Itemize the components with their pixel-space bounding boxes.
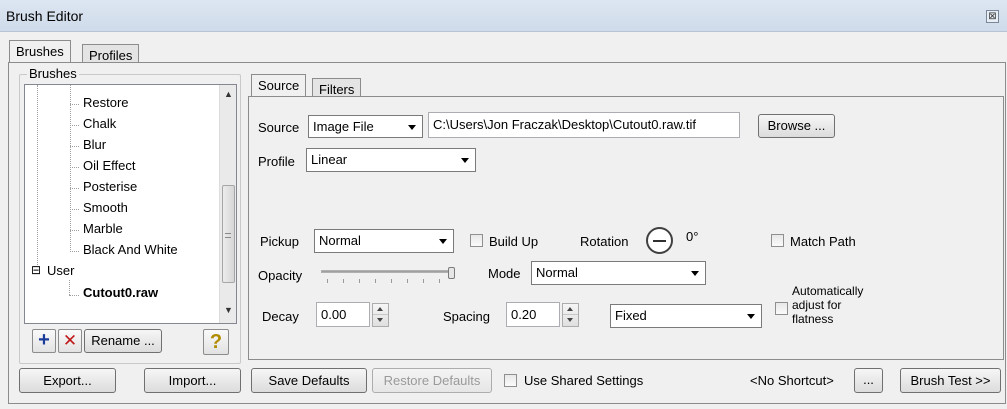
collapse-icon[interactable]: ⊟ bbox=[31, 263, 41, 277]
decay-input[interactable]: 0.00 bbox=[316, 302, 370, 327]
use-shared-label: Use Shared Settings bbox=[524, 373, 644, 388]
delete-icon: ✕ bbox=[62, 331, 78, 350]
title-bar: Brush Editor ⊠ bbox=[0, 0, 1007, 32]
spacing-spinner[interactable] bbox=[562, 303, 579, 327]
mode-label: Mode bbox=[488, 266, 521, 281]
plus-icon: + bbox=[38, 329, 50, 351]
tree-item-oil-effect[interactable]: Oil Effect bbox=[83, 158, 136, 173]
auto-adjust-label-line1: Automatically bbox=[792, 284, 864, 298]
buildup-checkbox[interactable] bbox=[470, 234, 483, 247]
spacing-label: Spacing bbox=[443, 309, 490, 324]
pickup-label: Pickup bbox=[260, 234, 300, 249]
rotation-needle bbox=[653, 240, 666, 242]
matchpath-checkbox[interactable] bbox=[771, 234, 784, 247]
tab-brushes[interactable]: Brushes bbox=[9, 40, 71, 62]
brush-test-button[interactable]: Brush Test >> bbox=[900, 368, 1001, 393]
pickup-select[interactable]: Normal bbox=[314, 229, 454, 253]
rotation-label: Rotation bbox=[580, 234, 629, 249]
window-title: Brush Editor bbox=[6, 8, 84, 24]
tab-source[interactable]: Source bbox=[251, 74, 307, 96]
scroll-down-icon[interactable]: ▼ bbox=[220, 305, 237, 315]
tree-item-posterise[interactable]: Posterise bbox=[83, 179, 137, 194]
save-defaults-button[interactable]: Save Defaults bbox=[251, 368, 367, 393]
tree-item-restore[interactable]: Restore bbox=[83, 95, 129, 110]
source-label: Source bbox=[258, 120, 300, 135]
help-icon: ? bbox=[209, 331, 223, 353]
spacing-mode-select[interactable]: Fixed bbox=[610, 304, 762, 328]
shortcut-button[interactable]: ... bbox=[854, 368, 883, 393]
decay-up-icon[interactable] bbox=[373, 304, 388, 315]
profile-select-value: Linear bbox=[311, 152, 348, 167]
opacity-slider[interactable] bbox=[321, 267, 461, 283]
close-icon[interactable]: ⊠ bbox=[986, 10, 999, 23]
mode-select-value: Normal bbox=[536, 265, 578, 280]
tab-filters[interactable]: Filters bbox=[312, 78, 362, 98]
tree-item-cutout0[interactable]: Cutout0.raw bbox=[83, 285, 158, 300]
grip-icon bbox=[225, 233, 231, 238]
auto-adjust-label-line2: adjust for bbox=[792, 298, 842, 312]
chevron-down-icon bbox=[439, 239, 447, 244]
chevron-down-icon bbox=[747, 314, 755, 319]
tree-item-blur[interactable]: Blur bbox=[83, 137, 106, 152]
add-brush-button[interactable]: + bbox=[32, 329, 56, 353]
rename-button[interactable]: Rename ... bbox=[84, 329, 162, 353]
tree-scrollbar[interactable]: ▲ ▼ bbox=[219, 85, 236, 323]
export-button[interactable]: Export... bbox=[19, 368, 116, 393]
brushes-group-label: Brushes bbox=[27, 66, 79, 81]
chevron-down-icon bbox=[408, 124, 416, 130]
shortcut-label: <No Shortcut> bbox=[750, 373, 834, 388]
source-select[interactable]: Image File bbox=[308, 115, 423, 138]
opacity-label: Opacity bbox=[258, 268, 303, 283]
tree-item-smooth[interactable]: Smooth bbox=[83, 200, 128, 215]
auto-adjust-label-line3: flatness bbox=[792, 312, 834, 326]
tree-item-chalk[interactable]: Chalk bbox=[83, 116, 116, 131]
profile-label: Profile bbox=[258, 154, 295, 169]
import-button[interactable]: Import... bbox=[144, 368, 241, 393]
browse-button[interactable]: Browse ... bbox=[758, 114, 835, 138]
buildup-label: Build Up bbox=[489, 234, 539, 249]
decay-spinner[interactable] bbox=[372, 303, 389, 327]
delete-brush-button[interactable]: ✕ bbox=[58, 329, 82, 353]
spacing-mode-value: Fixed bbox=[615, 308, 647, 323]
use-shared-checkbox[interactable] bbox=[504, 374, 517, 387]
decay-label: Decay bbox=[262, 309, 299, 324]
restore-defaults-button[interactable]: Restore Defaults bbox=[372, 368, 492, 393]
tree-item-black-and-white[interactable]: Black And White bbox=[83, 242, 178, 257]
pickup-select-value: Normal bbox=[319, 233, 361, 248]
source-select-value: Image File bbox=[313, 119, 374, 134]
mode-select[interactable]: Normal bbox=[531, 261, 706, 285]
profile-select[interactable]: Linear bbox=[306, 148, 476, 172]
rotation-dial[interactable] bbox=[646, 227, 673, 254]
opacity-fill bbox=[322, 271, 449, 272]
tree-item-user[interactable]: User bbox=[47, 263, 74, 278]
spacing-up-icon[interactable] bbox=[563, 304, 578, 315]
image-path-input[interactable]: C:\Users\Jon Fraczak\Desktop\Cutout0.raw… bbox=[428, 112, 740, 138]
opacity-thumb[interactable] bbox=[448, 267, 455, 279]
tree-item-marble[interactable]: Marble bbox=[83, 221, 123, 236]
auto-adjust-checkbox[interactable] bbox=[775, 302, 788, 315]
chevron-down-icon bbox=[461, 158, 469, 163]
opacity-ticks bbox=[327, 279, 447, 283]
help-button[interactable]: ? bbox=[203, 329, 229, 355]
tab-profiles[interactable]: Profiles bbox=[82, 44, 140, 64]
rotation-value: 0° bbox=[686, 229, 699, 244]
matchpath-label: Match Path bbox=[790, 234, 856, 249]
brush-tree[interactable]: Restore Chalk Blur Oil Effect Posterise … bbox=[24, 84, 237, 324]
spacing-down-icon[interactable] bbox=[563, 315, 578, 326]
spacing-input[interactable]: 0.20 bbox=[506, 302, 560, 327]
scroll-up-icon[interactable]: ▲ bbox=[220, 89, 237, 99]
decay-down-icon[interactable] bbox=[373, 315, 388, 326]
chevron-down-icon bbox=[691, 271, 699, 276]
